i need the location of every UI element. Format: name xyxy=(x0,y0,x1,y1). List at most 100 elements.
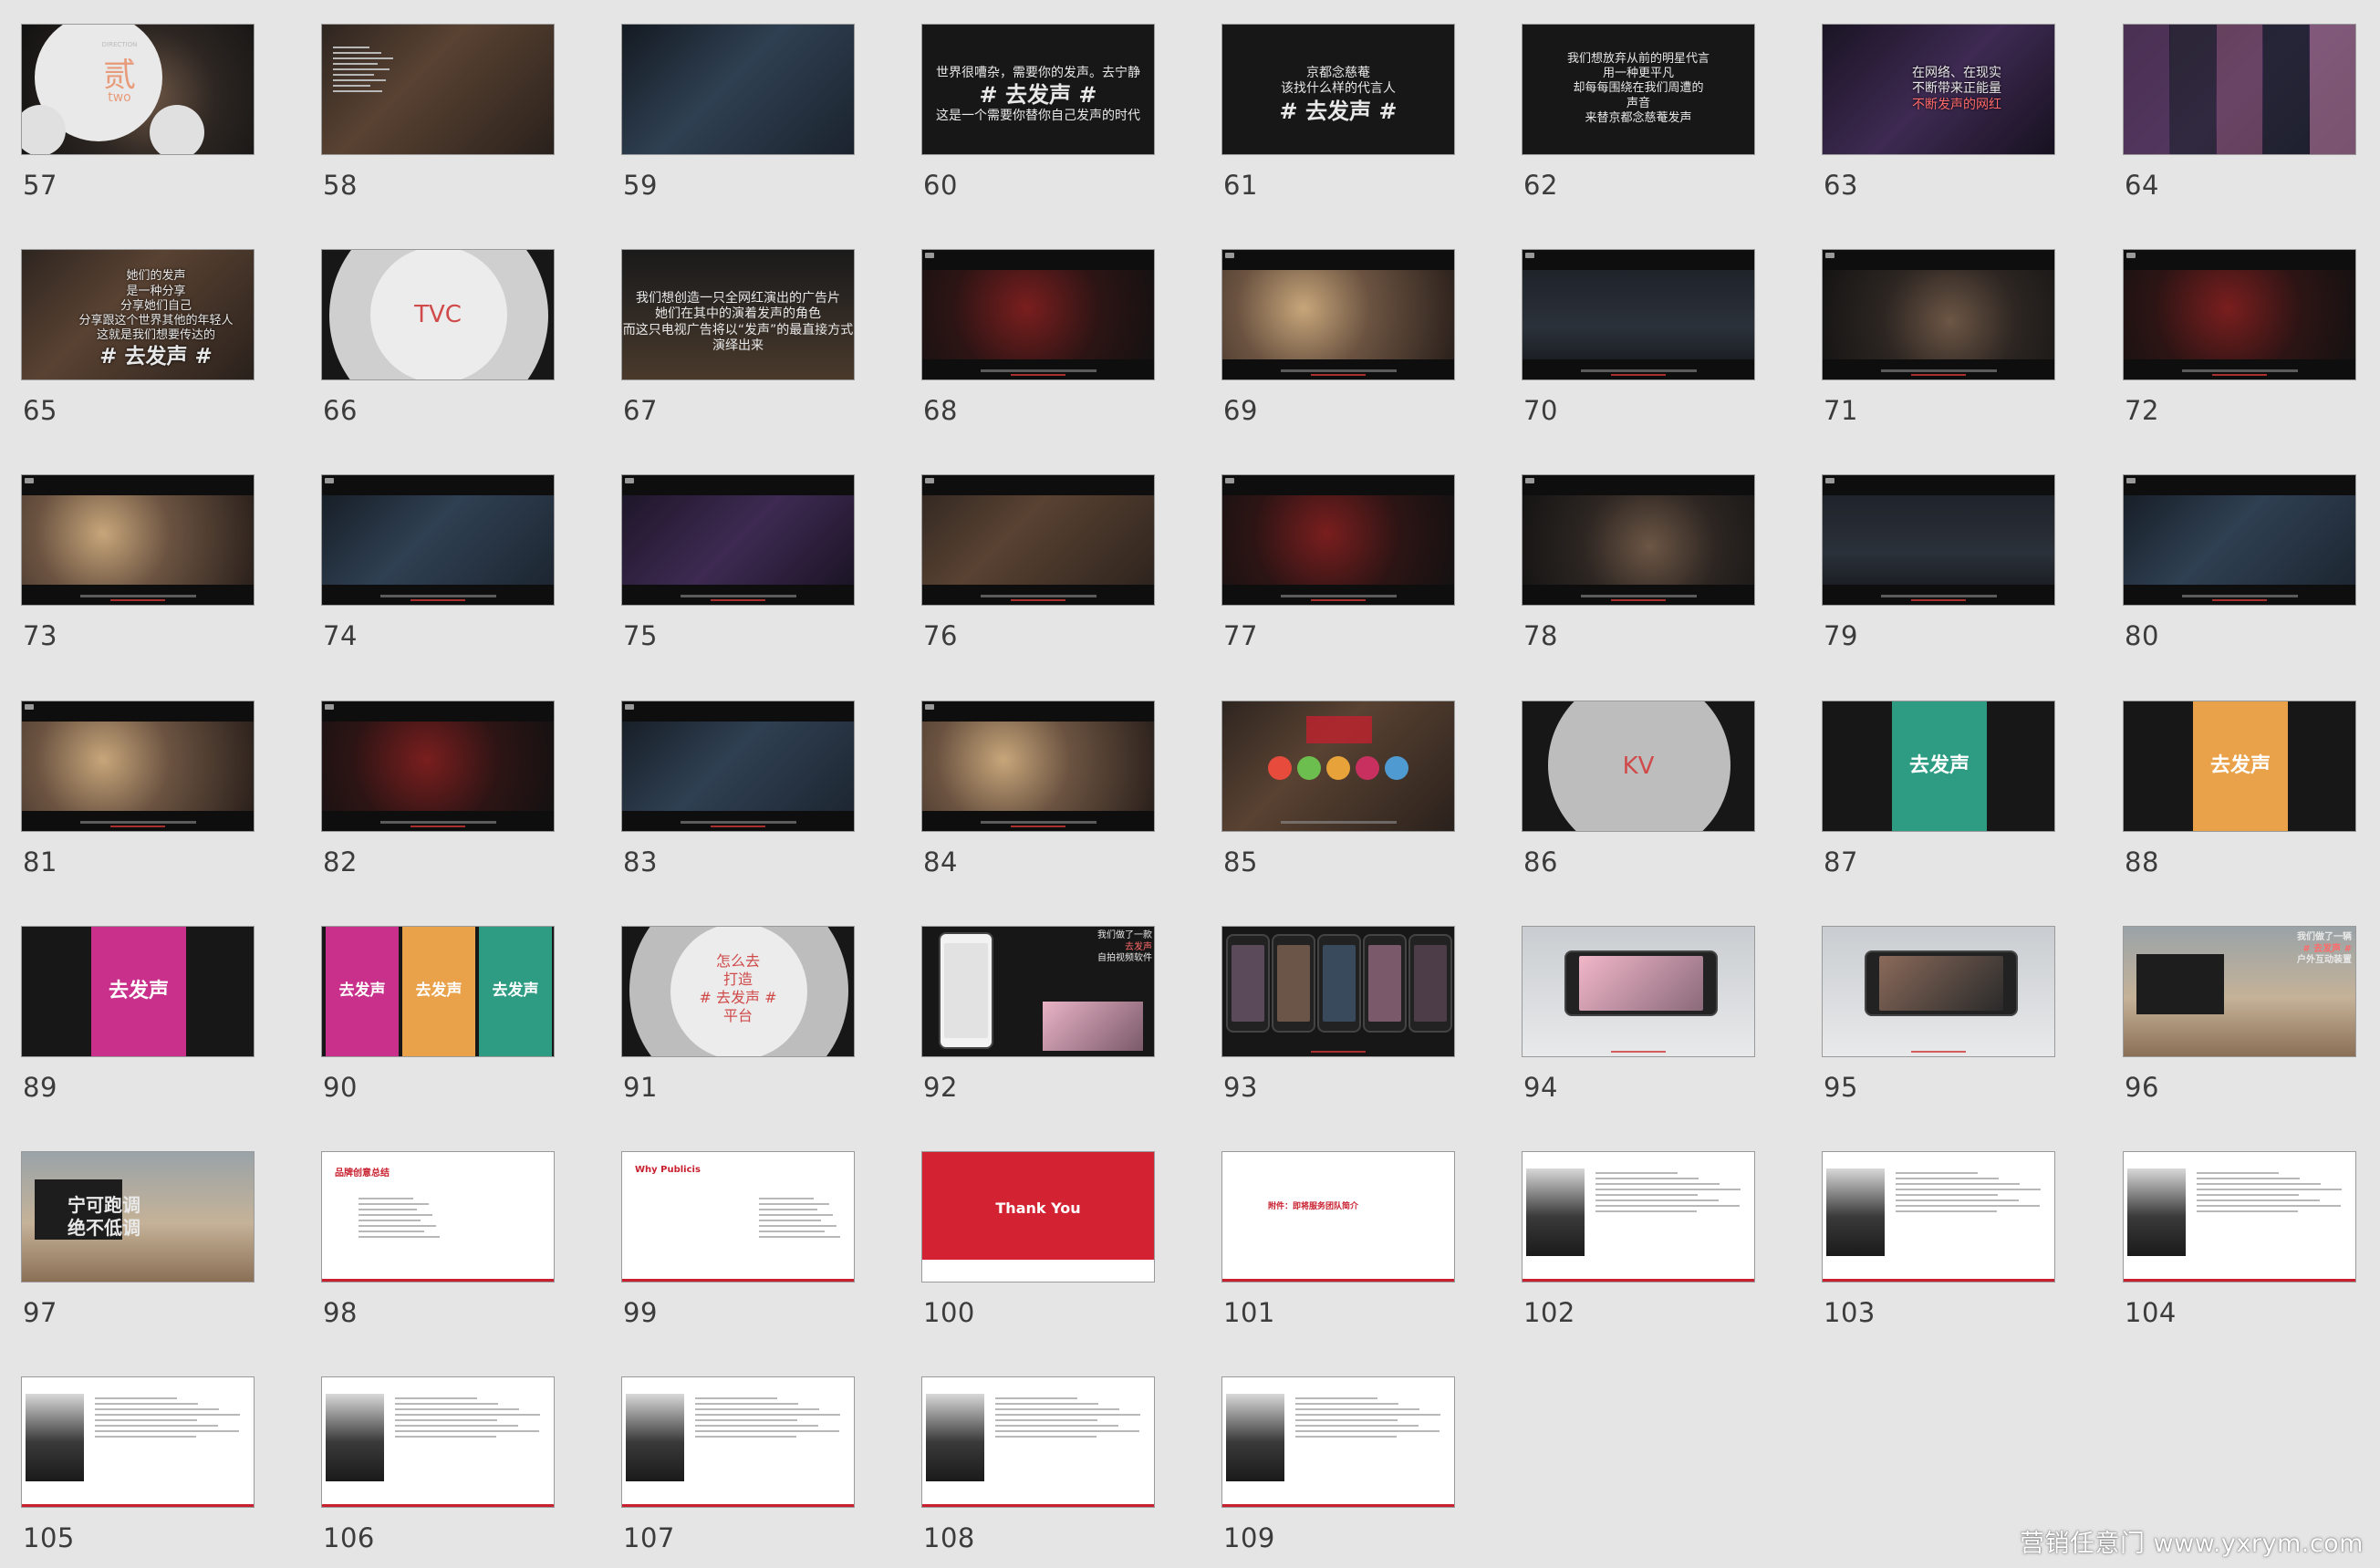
slide-thumbnail-97[interactable]: 宁可跑调 绝不低调 97 xyxy=(21,1151,256,1343)
slide-preview[interactable]: 我们想创造一只全网红演出的广告片 她们在其中的演着发声的角色 而这只电视广告将以“发… xyxy=(621,249,855,380)
slide-thumbnail-67[interactable]: 我们想创造一只全网红演出的广告片 她们在其中的演着发声的角色 而这只电视广告将以“发… xyxy=(621,249,857,441)
slide-thumbnail-102[interactable]: 102 xyxy=(1522,1151,1757,1343)
slide-thumbnail-92[interactable]: 我们做了一款 去发声 自拍视频软件 92 xyxy=(921,926,1157,1117)
slide-preview[interactable] xyxy=(1522,474,1755,606)
slide-thumbnail-91[interactable]: 怎么去 打造 # 去发声 # 平台 91 xyxy=(621,926,857,1117)
slide-thumbnail-78[interactable]: 78 xyxy=(1522,474,1757,666)
slide-thumbnail-82[interactable]: 82 xyxy=(321,701,556,892)
slide-preview[interactable]: 附件：即将服务团队简介 xyxy=(1221,1151,1455,1282)
slide-thumbnail-95[interactable]: 95 xyxy=(1822,926,2057,1117)
slide-preview[interactable] xyxy=(321,1376,555,1508)
slide-thumbnail-100[interactable]: Thank You 100 xyxy=(921,1151,1157,1343)
slide-thumbnail-65[interactable]: 她们的发声 是一种分享 分享她们自己 分享跟这个世界其他的年轻人 这就是我们想要传达的 #… xyxy=(21,249,256,441)
slide-thumbnail-66[interactable]: TVC 66 xyxy=(321,249,556,441)
slide-preview[interactable] xyxy=(1822,1151,2055,1282)
slide-thumbnail-83[interactable]: 83 xyxy=(621,701,857,892)
slide-preview[interactable] xyxy=(21,1376,255,1508)
slide-thumbnail-69[interactable]: 69 xyxy=(1221,249,1457,441)
slide-preview[interactable] xyxy=(1822,474,2055,606)
slide-thumbnail-76[interactable]: 76 xyxy=(921,474,1157,666)
slide-thumbnail-88[interactable]: 去发声 88 xyxy=(2123,701,2358,892)
slide-thumbnail-77[interactable]: 77 xyxy=(1221,474,1457,666)
slide-preview[interactable] xyxy=(1221,926,1455,1057)
slide-preview[interactable]: 去发声 xyxy=(1822,701,2055,832)
slide-thumbnail-99[interactable]: Why Publicis 99 xyxy=(621,1151,857,1343)
slide-preview[interactable] xyxy=(1221,249,1455,380)
slide-preview[interactable]: 她们的发声 是一种分享 分享她们自己 分享跟这个世界其他的年轻人 这就是我们想要传达的 #… xyxy=(21,249,255,380)
slide-thumbnail-79[interactable]: 79 xyxy=(1822,474,2057,666)
slide-thumbnail-64[interactable]: 64 xyxy=(2123,24,2358,215)
slide-thumbnail-101[interactable]: 附件：即将服务团队简介 101 xyxy=(1221,1151,1457,1343)
slide-preview[interactable] xyxy=(2123,24,2356,155)
slide-preview[interactable] xyxy=(1822,926,2055,1057)
slide-preview[interactable] xyxy=(2123,1151,2356,1282)
slide-thumbnail-86[interactable]: KV 86 xyxy=(1522,701,1757,892)
slide-thumbnail-58[interactable]: 58 xyxy=(321,24,556,215)
slide-preview[interactable]: 世界很嘈杂，需要你的发声。去宁静 # 去发声 # 这是一个需要你替你自己发声的时代 xyxy=(921,24,1155,155)
slide-preview[interactable] xyxy=(921,1376,1155,1508)
slide-preview[interactable]: KV xyxy=(1522,701,1755,832)
slide-preview[interactable]: 我们做了一款 去发声 自拍视频软件 xyxy=(921,926,1155,1057)
slide-thumbnail-96[interactable]: 我们做了一辆 # 去发声 # 户外互动装置 96 xyxy=(2123,926,2358,1117)
slide-preview[interactable]: 怎么去 打造 # 去发声 # 平台 xyxy=(621,926,855,1057)
slide-preview[interactable] xyxy=(621,474,855,606)
slide-thumbnail-98[interactable]: 品牌创意总结 98 xyxy=(321,1151,556,1343)
slide-thumbnail-57[interactable]: DIRECTION 贰 two 57 xyxy=(21,24,256,215)
slide-thumbnail-70[interactable]: 70 xyxy=(1522,249,1757,441)
slide-preview[interactable]: Why Publicis xyxy=(621,1151,855,1282)
slide-thumbnail-62[interactable]: 我们想放弃从前的明星代言 用一种更平凡 却每每围绕在我们周遭的 声音 来替京都念慈菴发声… xyxy=(1522,24,1757,215)
slide-thumbnail-60[interactable]: 世界很嘈杂，需要你的发声。去宁静 # 去发声 # 这是一个需要你替你自己发声的时代 6… xyxy=(921,24,1157,215)
slide-thumbnail-63[interactable]: 在网络、在现实 不断带来正能量 不断发声的网红 63 xyxy=(1822,24,2057,215)
slide-preview[interactable]: 我们想放弃从前的明星代言 用一种更平凡 却每每围绕在我们周遭的 声音 来替京都念慈菴发声 xyxy=(1522,24,1755,155)
slide-thumbnail-84[interactable]: 84 xyxy=(921,701,1157,892)
slide-preview[interactable]: Thank You xyxy=(921,1151,1155,1282)
slide-preview[interactable] xyxy=(1522,926,1755,1057)
slide-thumbnail-107[interactable]: 107 xyxy=(621,1376,857,1568)
slide-preview[interactable]: 我们做了一辆 # 去发声 # 户外互动装置 xyxy=(2123,926,2356,1057)
slide-thumbnail-105[interactable]: 105 xyxy=(21,1376,256,1568)
slide-preview[interactable] xyxy=(921,249,1155,380)
slide-thumbnail-74[interactable]: 74 xyxy=(321,474,556,666)
slide-thumbnail-108[interactable]: 108 xyxy=(921,1376,1157,1568)
slide-preview[interactable] xyxy=(1522,1151,1755,1282)
slide-thumbnail-89[interactable]: 去发声 89 xyxy=(21,926,256,1117)
slide-thumbnail-93[interactable]: 93 xyxy=(1221,926,1457,1117)
slide-thumbnail-61[interactable]: 京都念慈菴 该找什么样的代言人 # 去发声 # 61 xyxy=(1221,24,1457,215)
slide-preview[interactable]: TVC xyxy=(321,249,555,380)
slide-thumbnail-106[interactable]: 106 xyxy=(321,1376,556,1568)
slide-preview[interactable]: 宁可跑调 绝不低调 xyxy=(21,1151,255,1282)
slide-preview[interactable] xyxy=(21,474,255,606)
slide-preview[interactable]: 在网络、在现实 不断带来正能量 不断发声的网红 xyxy=(1822,24,2055,155)
slide-preview[interactable] xyxy=(621,1376,855,1508)
slide-preview[interactable] xyxy=(921,701,1155,832)
slide-preview[interactable]: 去发声 去发声 去发声 xyxy=(321,926,555,1057)
slide-preview[interactable] xyxy=(921,474,1155,606)
slide-preview[interactable] xyxy=(1221,474,1455,606)
slide-preview[interactable]: DIRECTION 贰 two xyxy=(21,24,255,155)
slide-thumbnail-104[interactable]: 104 xyxy=(2123,1151,2358,1343)
slide-thumbnail-68[interactable]: 68 xyxy=(921,249,1157,441)
slide-preview[interactable] xyxy=(321,474,555,606)
slide-preview[interactable] xyxy=(1822,249,2055,380)
slide-thumbnail-85[interactable]: 85 xyxy=(1221,701,1457,892)
slide-preview[interactable]: 去发声 xyxy=(21,926,255,1057)
slide-preview[interactable] xyxy=(2123,474,2356,606)
slide-thumbnail-75[interactable]: 75 xyxy=(621,474,857,666)
slide-thumbnail-87[interactable]: 去发声 87 xyxy=(1822,701,2057,892)
slide-thumbnail-81[interactable]: 81 xyxy=(21,701,256,892)
slide-thumbnail-80[interactable]: 80 xyxy=(2123,474,2358,666)
slide-preview[interactable] xyxy=(2123,249,2356,380)
slide-preview[interactable] xyxy=(1221,701,1455,832)
slide-thumbnail-59[interactable]: 59 xyxy=(621,24,857,215)
slide-preview[interactable] xyxy=(621,701,855,832)
slide-preview[interactable]: 品牌创意总结 xyxy=(321,1151,555,1282)
slide-preview[interactable]: 京都念慈菴 该找什么样的代言人 # 去发声 # xyxy=(1221,24,1455,155)
slide-thumbnail-71[interactable]: 71 xyxy=(1822,249,2057,441)
slide-preview[interactable] xyxy=(1522,249,1755,380)
slide-thumbnail-109[interactable]: 109 xyxy=(1221,1376,1457,1568)
slide-thumbnail-90[interactable]: 去发声 去发声 去发声 90 xyxy=(321,926,556,1117)
slide-preview[interactable] xyxy=(321,701,555,832)
slide-preview[interactable] xyxy=(1221,1376,1455,1508)
slide-thumbnail-73[interactable]: 73 xyxy=(21,474,256,666)
slide-preview[interactable] xyxy=(21,701,255,832)
